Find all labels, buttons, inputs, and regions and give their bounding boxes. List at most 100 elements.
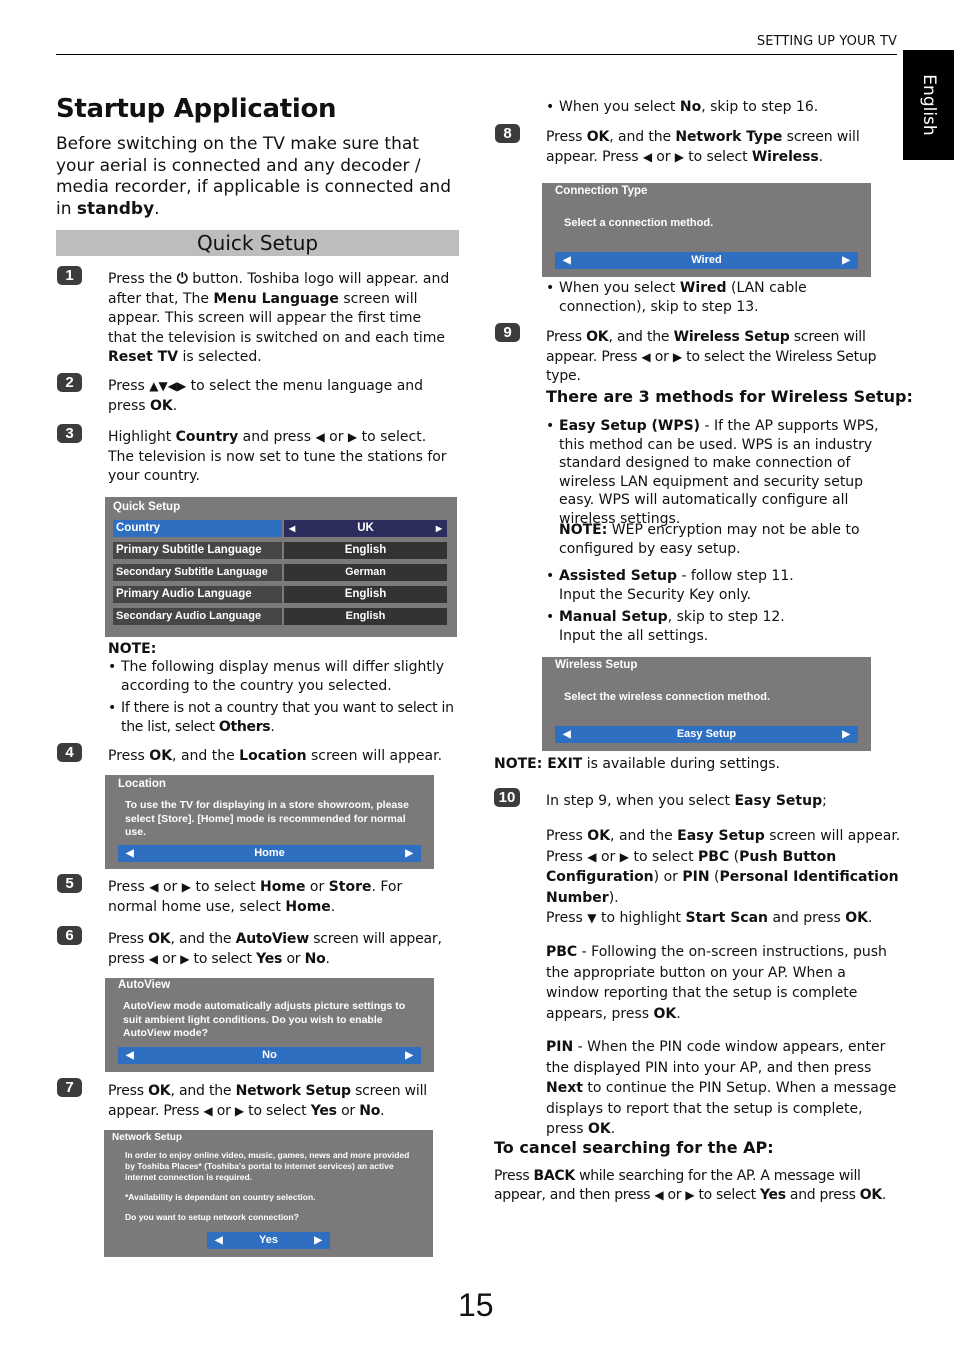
network-setup-message-1: In order to enjoy online video, music, g… <box>125 1150 410 1182</box>
step-2-text: Press ▲▼◀▶ to select the menu language a… <box>108 378 424 414</box>
wep-note: NOTE: WEP encryption may not be able to … <box>559 522 860 557</box>
step-9-text: Press OK, and the Wireless Setup screen … <box>546 329 877 384</box>
location-selector[interactable]: ◀ Home ▶ <box>118 845 421 862</box>
step-5-text: Press ◀ or ▶ to select Home or Store. Fo… <box>108 879 403 915</box>
autoview-screen: AutoView AutoView mode automatically adj… <box>105 978 434 1072</box>
left-arrow-icon: ◀ <box>148 951 158 966</box>
left-arrow-icon[interactable]: ◀ <box>563 726 571 743</box>
left-arrow-icon[interactable]: ◀ <box>563 252 571 269</box>
quick-setup-row-primary-subtitle[interactable]: Primary Subtitle Language English <box>113 542 447 559</box>
right-arrow-icon: ▶ <box>685 1187 695 1202</box>
step-badge-6: 6 <box>57 926 82 945</box>
quick-setup-heading: Quick Setup <box>56 230 459 256</box>
connection-type-screen: Connection Type Select a connection meth… <box>542 183 871 277</box>
left-arrow-icon[interactable]: ◀ <box>215 1232 223 1249</box>
intro-paragraph: Before switching on the TV make sure tha… <box>56 134 452 219</box>
connection-type-message: Select a connection method. <box>564 217 714 229</box>
step-badge-7: 7 <box>57 1078 82 1097</box>
wireless-setup-screen-title: Wireless Setup <box>555 659 638 671</box>
autoview-screen-title: AutoView <box>118 979 171 991</box>
right-arrow-icon: ▶ <box>180 951 190 966</box>
location-screen-message: To use the TV for displaying in a store … <box>125 799 409 838</box>
step-4-text: Press OK, and the Location screen will a… <box>108 748 443 764</box>
page-title: Startup Application <box>56 94 337 124</box>
cancel-paragraph: Press BACK while searching for the AP. A… <box>494 1168 887 1203</box>
wireless-setup-screen: Wireless Setup Select the wireless conne… <box>542 657 871 751</box>
exit-note: NOTE: EXIT is available during settings. <box>494 756 780 772</box>
left-arrow-icon: ◀ <box>642 149 652 164</box>
right-arrow-icon[interactable]: ▶ <box>842 726 850 743</box>
bullet-select-wired: • When you select Wired (LAN cable connec… <box>546 280 807 315</box>
right-arrow-icon: ▶ <box>672 349 682 364</box>
left-arrow-icon[interactable]: ◀ <box>126 1047 134 1064</box>
right-arrow-icon[interactable]: ▶ <box>405 845 413 862</box>
step-badge-1: 1 <box>57 266 82 285</box>
quick-setup-row-secondary-subtitle[interactable]: Secondary Subtitle Language German <box>113 564 447 581</box>
left-arrow-icon: ◀ <box>149 880 159 894</box>
left-arrow-icon: ◀ <box>587 849 597 864</box>
arrow-keys-icon: ▲▼◀▶ <box>149 379 187 393</box>
quick-setup-screen-title: Quick Setup <box>113 501 181 513</box>
left-arrow-icon[interactable]: ◀ <box>126 845 134 862</box>
note-bullet-1: • The following display menus will differ… <box>108 659 445 694</box>
network-setup-message-2: *Availability is dependant on country se… <box>125 1192 316 1202</box>
header-divider <box>56 54 897 55</box>
autoview-screen-message: AutoView mode automatically adjusts pict… <box>123 1000 406 1039</box>
right-arrow-icon: ▶ <box>619 849 629 864</box>
step-badge-9: 9 <box>495 323 520 342</box>
connection-type-screen-title: Connection Type <box>555 185 648 197</box>
left-arrow-icon[interactable]: ◀ <box>289 520 295 537</box>
network-setup-selector[interactable]: ◀ Yes ▶ <box>207 1232 330 1249</box>
quick-setup-row-secondary-audio[interactable]: Secondary Audio Language English <box>113 608 447 625</box>
right-arrow-icon: ▶ <box>234 1103 244 1118</box>
pin-paragraph: PIN - When the PIN code window appears, … <box>546 1039 897 1137</box>
method-assisted-setup: • Assisted Setup - follow step 11. Input t… <box>546 568 794 603</box>
step-1-text: Press the ⏻ button. Toshiba logo will ap… <box>108 271 450 365</box>
location-screen-title: Location <box>118 778 166 790</box>
step-badge-2: 2 <box>57 373 82 392</box>
right-arrow-icon[interactable]: ▶ <box>314 1232 322 1249</box>
right-arrow-icon[interactable]: ▶ <box>405 1047 413 1064</box>
right-arrow-icon: ▶ <box>674 149 684 164</box>
note-bullet-2: • If there is not a country that you want… <box>108 700 454 735</box>
right-arrow-icon: ▶ <box>181 880 191 894</box>
quick-setup-row-primary-audio[interactable]: Primary Audio Language English <box>113 586 447 603</box>
right-arrow-icon[interactable]: ▶ <box>436 520 442 537</box>
network-setup-message-3: Do you want to setup network connection? <box>125 1212 299 1222</box>
network-setup-screen-title: Network Setup <box>112 1132 183 1143</box>
step-8-text: Press OK, and the Network Type screen wi… <box>546 129 860 165</box>
cancel-heading: To cancel searching for the AP: <box>494 1138 774 1157</box>
step-badge-3: 3 <box>57 424 82 443</box>
step-10-text: In step 9, when you select Easy Setup; <box>546 793 827 809</box>
step-7-text: Press OK, and the Network Setup screen w… <box>108 1083 427 1119</box>
left-arrow-icon: ◀ <box>315 430 325 444</box>
step-badge-10: 10 <box>494 788 520 807</box>
pbc-paragraph: PBC - Following the on-screen instructio… <box>546 944 887 1022</box>
language-tab: English <box>903 50 954 160</box>
step-6-text: Press OK, and the AutoView screen will a… <box>108 931 442 967</box>
wireless-methods-heading: There are 3 methods for Wireless Setup: <box>546 387 913 406</box>
autoview-selector[interactable]: ◀ No ▶ <box>118 1047 421 1064</box>
page-number: 15 <box>458 1287 494 1323</box>
bullet-select-no: • When you select No, skip to step 16. <box>546 99 819 115</box>
quick-setup-row-country[interactable]: Country UK ◀ ▶ <box>113 520 447 537</box>
easy-setup-instructions: Press OK, and the Easy Setup screen will… <box>546 828 901 926</box>
section-header: SETTING UP YOUR TV <box>756 34 897 49</box>
down-arrow-icon: ▼ <box>587 911 597 925</box>
wireless-setup-selector[interactable]: ◀ Easy Setup ▶ <box>555 726 858 743</box>
quick-setup-screen: Quick Setup Country UK ◀ ▶ Primary Subti… <box>105 497 457 637</box>
right-arrow-icon[interactable]: ▶ <box>842 252 850 269</box>
step-badge-8: 8 <box>495 124 520 143</box>
connection-type-selector[interactable]: ◀ Wired ▶ <box>555 252 858 269</box>
location-screen: Location To use the TV for displaying in… <box>105 775 434 869</box>
power-icon: ⏻ <box>176 271 188 287</box>
step-badge-5: 5 <box>57 874 82 893</box>
right-arrow-icon: ▶ <box>347 430 358 444</box>
method-easy-setup: • Easy Setup (WPS) - If the AP supports W… <box>546 418 879 527</box>
wireless-setup-message: Select the wireless connection method. <box>564 691 770 703</box>
left-arrow-icon: ◀ <box>654 1187 664 1202</box>
method-manual-setup: • Manual Setup, skip to step 12. Input the… <box>546 609 785 644</box>
language-tab-label: English <box>918 74 939 136</box>
step-3-text: Highlight Country and press ◀ or ▶ to se… <box>108 429 447 484</box>
note-label: NOTE: <box>108 641 157 657</box>
